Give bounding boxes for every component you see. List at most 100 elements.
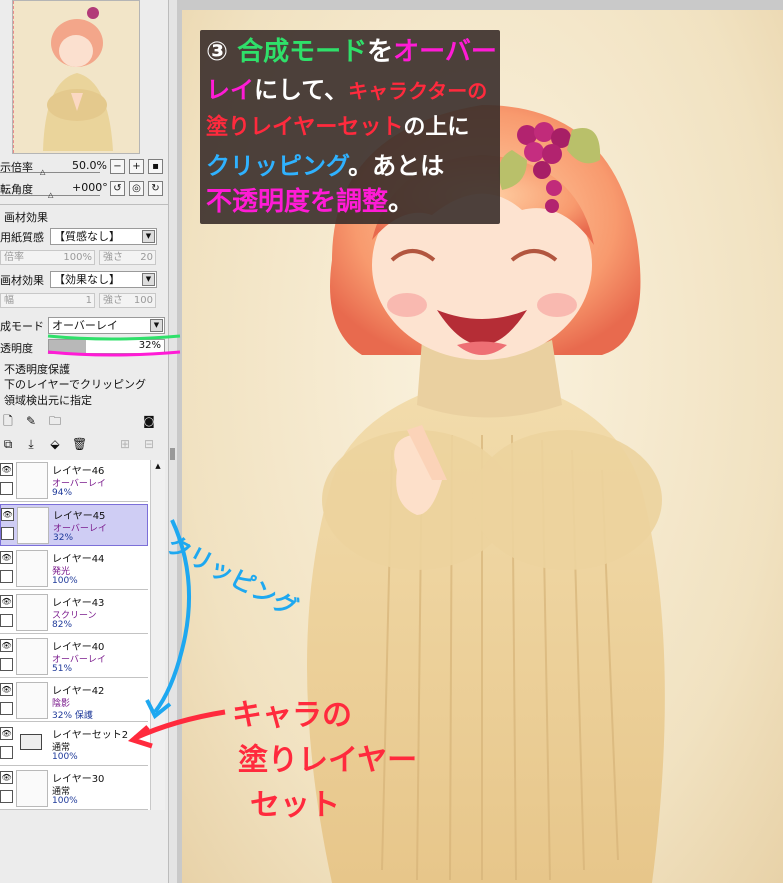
instruction-text: キャラクターの [348,79,488,103]
layer-opacity: 100% [52,796,78,806]
layer-select-checkbox[interactable] [1,527,14,540]
clip-below-checkbox[interactable]: 下のレイヤーでクリッピング [4,376,146,392]
layer-select-checkbox[interactable] [0,614,13,627]
zoom-out-button[interactable]: − [110,159,125,174]
mask-icon[interactable]: ◙ [142,414,156,429]
layer-select-checkbox[interactable] [0,658,13,671]
chara-annotation-line-2: 塗りレイヤー [238,743,418,778]
opacity-slider-fill [49,340,86,353]
layer-select-checkbox[interactable] [0,746,13,759]
layer-name: レイヤー42 [52,686,105,697]
paper-strength-field[interactable]: 強さ 20 [99,250,156,265]
rotate-left-button[interactable]: ↺ [110,181,125,196]
layer-name: レイヤー40 [52,642,105,653]
new-folder-icon[interactable]: 🗀 [48,414,62,429]
trash-icon[interactable]: 🗑 [72,437,87,452]
opacity-value: 32% [138,340,161,351]
blend-mode-row: 成モード オーバーレイ ▼ [0,317,168,334]
layer-select-checkbox[interactable] [0,570,13,583]
zoom-in-button[interactable]: + [129,159,144,174]
blend-mode-select[interactable]: オーバーレイ ▼ [48,317,165,334]
eye-icon[interactable]: 👁 [1,508,14,521]
eye-icon[interactable]: 👁 [0,595,13,608]
layer-row[interactable]: 👁 レイヤー42 陰影 32% 保護 [0,680,148,722]
layer-row[interactable]: 👁 レイヤー40 オーバーレイ 51% [0,636,148,678]
eye-icon[interactable]: 👁 [0,639,13,652]
navigator-thumbnail[interactable] [12,0,140,154]
opacity-label: 透明度 [0,342,33,355]
layer-select-checkbox[interactable] [0,702,13,715]
effect-width-field[interactable]: 幅 1 [0,293,95,308]
selection-source-row[interactable]: 領域検出元に指定 [0,391,168,407]
effect-value: 【効果なし】 [54,273,120,286]
paper-scale-value: 100% [63,252,92,263]
layer-toolbar: 🗋 ✎ 🗀 ◙ ⧉ ⤓ ⬙ 🗑 ⊞ ⊟ [0,409,168,459]
rotate-right-button[interactable]: ↻ [148,181,163,196]
layer-row[interactable]: 👁 レイヤー45 オーバーレイ 32% [0,504,148,546]
instruction-text: オーバー [393,37,497,67]
navigator-illustration [13,1,139,153]
folder-icon [20,734,42,750]
layer-row[interactable]: 👁 レイヤーセット2 通常 100% [0,724,148,766]
clip-below-row[interactable]: 下のレイヤーでクリッピング [0,375,168,391]
effect-row: 画材効果 【効果なし】 ▼ [0,271,168,288]
layer-row[interactable]: 👁 レイヤー46 オーバーレイ 94% [0,460,148,502]
layer-row[interactable]: 👁 レイヤー44 発光 100% [0,548,148,590]
left-panel: 示倍率 50.0% △ − + ▪ 転角度 +000° △ ↺ ◎ ↻ 画材効果… [0,0,168,883]
paper-texture-params: 倍率 100% 強さ 20 [0,250,168,266]
merge-down-icon[interactable]: ⤓ [24,437,38,452]
zoom-reset-button[interactable]: ▪ [148,159,163,174]
opacity-slider[interactable]: 32% [48,339,165,354]
delete-mask-icon[interactable]: ⊟ [142,437,156,452]
layer-name: レイヤー43 [52,598,105,609]
paper-scale-label: 倍率 [4,252,24,263]
paper-texture-select[interactable]: 【質感なし】 ▼ [50,228,157,245]
texture-header-label: 画材効果 [4,211,48,224]
layer-thumbnail [17,507,49,544]
eye-icon[interactable]: 👁 [0,683,13,696]
instruction-line-4: クリッピング。あとは [206,148,444,184]
eye-icon[interactable]: 👁 [0,551,13,564]
paper-scale-field[interactable]: 倍率 100% [0,250,95,265]
apply-mask-icon[interactable]: ⊞ [118,437,132,452]
rotate-reset-button[interactable]: ◎ [129,181,144,196]
new-linework-layer-icon[interactable]: ✎ [24,414,38,429]
layer-name: レイヤー45 [53,511,106,522]
clear-layer-icon[interactable]: ⬙ [48,437,62,452]
protect-opacity-row[interactable]: 不透明度保護 [0,360,168,376]
instruction-text: 。あとは [348,152,445,180]
eye-icon[interactable]: 👁 [0,727,13,740]
layer-select-checkbox[interactable] [0,482,13,495]
chara-annotation-line-1: キャラの [232,698,352,733]
new-layer-icon[interactable]: 🗋 [1,414,15,429]
rotate-slider-handle[interactable]: △ [48,191,53,199]
chevron-down-icon: ▼ [142,230,155,243]
zoom-slider-handle[interactable]: △ [40,168,45,176]
copy-layer-icon[interactable]: ⧉ [1,437,15,452]
effect-select[interactable]: 【効果なし】 ▼ [50,271,157,288]
layer-thumbnail [16,682,48,719]
layer-name: レイヤー46 [52,466,105,477]
eye-icon[interactable]: 👁 [0,771,13,784]
instruction-line-3: 塗りレイヤーセットの上に [206,110,469,146]
eye-icon[interactable]: 👁 [0,463,13,476]
instruction-line-2: レイにして、キャラクターの [206,72,487,109]
instruction-box: ③ 合成モードをオーバー レイにして、キャラクターの 塗りレイヤーセットの上に … [200,30,500,224]
instruction-line-5: 不透明度を調整。 [206,184,414,220]
layer-row[interactable]: 👁 レイヤー30 通常 100% [0,768,148,810]
effect-width-label: 幅 [4,295,14,306]
effect-width-value: 1 [85,295,92,306]
layer-select-checkbox[interactable] [0,790,13,803]
zoom-slider-track[interactable] [0,172,100,173]
layer-opacity: 51% [52,664,73,674]
chevron-down-icon: ▼ [150,319,163,332]
instruction-text: を [367,37,394,67]
effect-strength-field[interactable]: 強さ 100 [99,293,156,308]
splitter-grip[interactable] [170,448,175,460]
layer-thumbnail [16,770,48,807]
instruction-text: 。 [388,187,415,217]
selection-source-checkbox[interactable]: 領域検出元に指定 [4,392,92,408]
scroll-up-icon[interactable]: ▲ [152,460,164,472]
zoom-row: 示倍率 50.0% △ − + ▪ [0,158,168,176]
divider [0,204,168,205]
